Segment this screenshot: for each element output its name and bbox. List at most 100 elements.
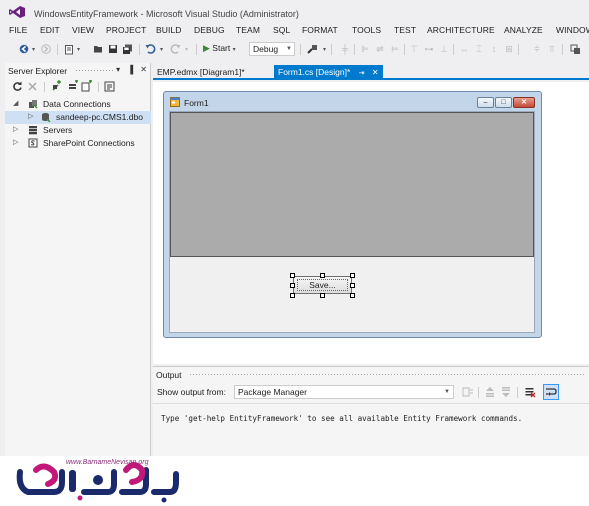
redo-icon[interactable]	[169, 43, 181, 55]
refresh-icon[interactable]	[12, 81, 23, 92]
output-source-combo[interactable]: Package Manager ▼	[234, 385, 454, 399]
tree-item-servers[interactable]: ▷ Servers	[5, 124, 151, 137]
expand-arrow-icon[interactable]: ▷	[13, 125, 18, 133]
resize-handle[interactable]	[350, 273, 355, 278]
tree-item-database-connection[interactable]: ▷ sandeep-pc.CMS1.dbo	[5, 111, 151, 124]
connect-to-server-icon[interactable]	[67, 80, 79, 92]
align-tops-icon[interactable]: ⊤	[408, 43, 420, 55]
auto-hide-pin-icon[interactable]: ▐	[127, 65, 133, 74]
minimize-button[interactable]: –	[477, 97, 494, 108]
tab-pin-icon[interactable]: ⇥	[359, 70, 365, 77]
redo-dropdown-icon[interactable]: ▾	[183, 43, 190, 55]
save-icon[interactable]	[107, 43, 119, 55]
tab-close-icon[interactable]: ✕	[372, 68, 379, 77]
tab-form1-design[interactable]: Form1.cs [Design]* ⇥ ✕	[274, 65, 383, 80]
form1-window[interactable]: Form1 – □ ✕ Save...	[163, 91, 542, 338]
menu-debug[interactable]: DEBUG	[194, 25, 225, 35]
menu-edit[interactable]: EDIT	[40, 25, 60, 35]
tab-emp-edmx[interactable]: EMP.edmx [Diagram1]*	[153, 65, 249, 80]
size-to-grid-icon[interactable]: ⌶	[473, 43, 485, 55]
window-position-dropdown-icon[interactable]: ▾	[116, 65, 120, 74]
close-icon[interactable]: ✕	[140, 65, 147, 74]
expand-arrow-icon[interactable]: ▷	[13, 138, 18, 146]
panel-grip[interactable]	[75, 69, 113, 72]
toolbar-separator	[300, 44, 301, 55]
maximize-button[interactable]: □	[495, 97, 512, 108]
resize-handle[interactable]	[350, 293, 355, 298]
connect-to-sharepoint-icon[interactable]	[81, 80, 93, 92]
make-same-width-icon[interactable]: ↔	[458, 43, 470, 55]
connect-to-database-icon[interactable]	[51, 80, 64, 92]
undo-icon[interactable]	[144, 43, 156, 55]
server-explorer-title: Server Explorer	[8, 66, 68, 76]
find-in-files-icon[interactable]	[306, 43, 320, 55]
properties-icon[interactable]	[104, 81, 116, 92]
panel-controls: ▾ ▐ ✕	[111, 65, 147, 74]
output-text-area[interactable]: Type 'get-help EntityFramework' to see a…	[153, 403, 589, 456]
server-explorer-toolbar	[8, 80, 148, 94]
toggle-word-wrap-icon[interactable]	[543, 384, 559, 400]
align-centers-icon[interactable]: ⇌	[374, 43, 386, 55]
menu-analyze[interactable]: ANALYZE	[504, 25, 543, 35]
menu-window[interactable]: WINDOW	[556, 25, 589, 35]
navigate-back-icon[interactable]	[18, 43, 30, 55]
menu-file[interactable]: FILE	[9, 25, 27, 35]
new-project-icon[interactable]	[63, 43, 75, 55]
undo-dropdown-icon[interactable]: ▾	[158, 43, 165, 55]
resize-handle[interactable]	[320, 273, 325, 278]
open-file-icon[interactable]	[92, 43, 104, 55]
servers-icon	[29, 126, 37, 135]
menu-format[interactable]: FORMAT	[302, 25, 338, 35]
form-client-area[interactable]: Save...	[169, 111, 535, 333]
bring-to-front-icon[interactable]	[569, 43, 583, 55]
save-button[interactable]: Save...	[293, 276, 352, 294]
align-rights-icon[interactable]: ⊨	[389, 43, 401, 55]
collapse-arrow-icon[interactable]: ◢	[13, 99, 18, 107]
back-dropdown-icon[interactable]: ▾	[30, 43, 37, 55]
resize-handle[interactable]	[320, 293, 325, 298]
form-designer-surface[interactable]: Form1 – □ ✕ Save...	[153, 82, 589, 364]
resize-handle[interactable]	[350, 283, 355, 288]
menu-sql[interactable]: SQL	[273, 25, 290, 35]
panel-grip[interactable]	[189, 373, 585, 376]
resize-handle[interactable]	[290, 293, 295, 298]
navigate-forward-icon[interactable]	[40, 43, 52, 55]
close-button[interactable]: ✕	[513, 97, 535, 108]
start-debugging-button[interactable]: ▶ Start ▾	[203, 43, 236, 55]
toolbar-separator	[517, 387, 518, 398]
horizontal-spacing-icon[interactable]: ⫩	[531, 43, 543, 55]
menu-test[interactable]: TEST	[394, 25, 416, 35]
snap-to-grid-icon[interactable]: ╪	[339, 43, 351, 55]
save-all-icon[interactable]	[121, 43, 133, 55]
find-message-in-code-icon[interactable]	[462, 386, 474, 398]
align-lefts-icon[interactable]: ⊫	[359, 43, 371, 55]
find-dropdown-icon[interactable]: ▾	[321, 43, 328, 55]
data-grid-view[interactable]	[170, 112, 534, 257]
make-same-size-icon[interactable]: ⊞	[503, 43, 515, 55]
output-header: Output	[153, 367, 589, 381]
menu-team[interactable]: TEAM	[236, 25, 260, 35]
go-to-previous-message-icon[interactable]	[484, 386, 496, 398]
go-to-next-message-icon[interactable]	[500, 386, 512, 398]
menu-tools[interactable]: TOOLS	[352, 25, 381, 35]
align-middles-icon[interactable]: ⊶	[423, 43, 435, 55]
resize-handle[interactable]	[290, 283, 295, 288]
start-dropdown-icon[interactable]: ▾	[233, 47, 236, 53]
expand-arrow-icon[interactable]: ▷	[28, 112, 33, 120]
clear-all-icon[interactable]	[524, 386, 536, 398]
menu-build[interactable]: BUILD	[156, 25, 182, 35]
menu-project[interactable]: PROJECT	[106, 25, 146, 35]
align-bottoms-icon[interactable]: ⊥	[438, 43, 450, 55]
menu-architecture[interactable]: ARCHITECTURE	[427, 25, 495, 35]
stop-refresh-icon[interactable]	[28, 82, 37, 91]
toolbar-separator	[331, 44, 332, 55]
solution-configuration-combo[interactable]: Debug ▼	[249, 42, 295, 56]
toolbar-separator	[404, 44, 405, 55]
make-same-height-icon[interactable]: ↕	[488, 43, 500, 55]
resize-handle[interactable]	[290, 273, 295, 278]
tree-item-sharepoint-connections[interactable]: ▷ SharePoint Connections	[5, 137, 151, 150]
tree-item-data-connections[interactable]: ◢ Data Connections	[5, 98, 151, 111]
vertical-spacing-icon[interactable]: ⫪	[546, 43, 558, 55]
new-dropdown-icon[interactable]: ▾	[75, 43, 82, 55]
menu-view[interactable]: VIEW	[72, 25, 94, 35]
